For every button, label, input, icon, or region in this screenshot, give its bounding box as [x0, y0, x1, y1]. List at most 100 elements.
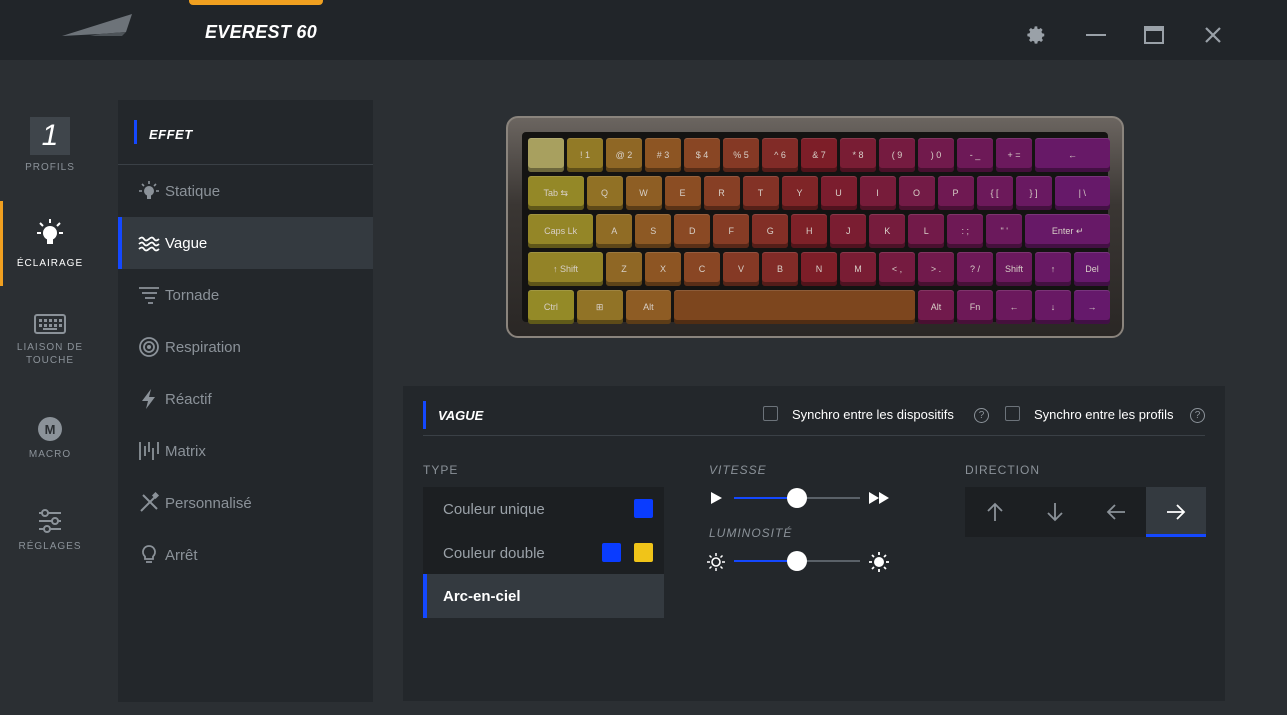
keycap[interactable]: ↑ Shift: [528, 252, 603, 286]
keycap[interactable]: A: [596, 214, 633, 248]
keycap[interactable]: Caps Lk: [528, 214, 594, 248]
keycap[interactable]: W: [625, 176, 662, 210]
keycap[interactable]: { [: [976, 176, 1013, 210]
direction-down-button[interactable]: [1025, 487, 1085, 537]
effect-item-static[interactable]: Statique: [118, 165, 373, 217]
keycap[interactable]: # 3: [645, 138, 681, 172]
settings-button[interactable]: [1021, 20, 1051, 50]
keycap[interactable]: } ]: [1015, 176, 1052, 210]
keycap[interactable]: O: [898, 176, 935, 210]
type-single-color[interactable]: Couleur unique: [423, 487, 664, 531]
sync-profiles-checkbox[interactable]: [1005, 406, 1020, 421]
keycap[interactable]: Fn: [957, 290, 993, 324]
close-button[interactable]: [1198, 20, 1228, 50]
nav-item-macro[interactable]: M MACRO: [0, 416, 100, 461]
keycap[interactable]: [674, 290, 915, 324]
keycap[interactable]: D: [674, 214, 711, 248]
color-swatch-double-b[interactable]: [634, 543, 653, 562]
keycap[interactable]: ↑: [1035, 252, 1071, 286]
keycap[interactable]: K: [869, 214, 906, 248]
keycap[interactable]: Alt: [625, 290, 672, 324]
keycap[interactable]: Y: [781, 176, 818, 210]
keycap[interactable]: C: [684, 252, 720, 286]
brightness-slider-thumb[interactable]: [787, 551, 807, 571]
keycap[interactable]: " ': [986, 214, 1023, 248]
keycap[interactable]: L: [908, 214, 945, 248]
color-swatch-double-a[interactable]: [602, 543, 621, 562]
effect-item-reactive[interactable]: Réactif: [118, 373, 373, 425]
keycap[interactable]: > .: [918, 252, 954, 286]
keycap[interactable]: I: [859, 176, 896, 210]
speed-slider-thumb[interactable]: [787, 488, 807, 508]
keycap[interactable]: H: [791, 214, 828, 248]
color-swatch-single[interactable]: [634, 499, 653, 518]
keycap[interactable]: | \: [1054, 176, 1110, 210]
direction-left-button[interactable]: [1086, 487, 1146, 537]
keycap[interactable]: ←: [996, 290, 1032, 324]
help-icon[interactable]: ?: [1190, 408, 1205, 423]
maximize-button[interactable]: [1139, 20, 1169, 50]
keycap[interactable]: ^ 6: [762, 138, 798, 172]
active-device-tab[interactable]: [189, 0, 323, 5]
keycap[interactable]: →: [1074, 290, 1110, 324]
direction-up-button[interactable]: [965, 487, 1025, 537]
keycap[interactable]: Enter ↵: [1025, 214, 1110, 248]
keycap[interactable]: ↓: [1035, 290, 1071, 324]
keycap[interactable]: M: [840, 252, 876, 286]
keycap[interactable]: E: [664, 176, 701, 210]
keycap[interactable]: ? /: [957, 252, 993, 286]
keycap[interactable]: Del: [1074, 252, 1110, 286]
effect-item-matrix[interactable]: Matrix: [118, 425, 373, 477]
keycap[interactable]: * 8: [840, 138, 876, 172]
keycap[interactable]: R: [703, 176, 740, 210]
keycap[interactable]: Shift: [996, 252, 1032, 286]
nav-item-key-binding[interactable]: LIAISON DE TOUCHE: [0, 313, 100, 367]
keycap[interactable]: ⊞: [576, 290, 623, 324]
keycap[interactable]: T: [742, 176, 779, 210]
keycap[interactable]: Tab ⇆: [528, 176, 584, 210]
keycap[interactable]: ←: [1035, 138, 1110, 172]
keycap[interactable]: S: [635, 214, 672, 248]
effect-item-custom[interactable]: Personnalisé: [118, 477, 373, 529]
type-double-color[interactable]: Couleur double: [423, 531, 664, 575]
keycap[interactable]: - _: [957, 138, 993, 172]
effect-item-tornado[interactable]: Tornade: [118, 269, 373, 321]
nav-item-settings[interactable]: RÉGLAGES: [0, 508, 100, 553]
type-label-text: Couleur unique: [443, 500, 545, 518]
keycap[interactable]: B: [762, 252, 798, 286]
keycap[interactable]: Alt: [918, 290, 954, 324]
keycap[interactable]: $ 4: [684, 138, 720, 172]
minimize-button[interactable]: [1081, 20, 1111, 50]
keycap[interactable]: ! 1: [567, 138, 603, 172]
direction-right-button[interactable]: [1145, 487, 1207, 537]
keycap[interactable]: ) 0: [918, 138, 954, 172]
effect-item-breathing[interactable]: Respiration: [118, 321, 373, 373]
nav-item-profiles[interactable]: 1 PROFILS: [0, 117, 100, 174]
keycap[interactable]: P: [937, 176, 974, 210]
keycap[interactable]: : ;: [947, 214, 984, 248]
keycap[interactable]: Z: [606, 252, 642, 286]
effect-item-off[interactable]: Arrêt: [118, 529, 373, 581]
keycap[interactable]: G: [752, 214, 789, 248]
type-rainbow[interactable]: Arc-en-ciel: [423, 574, 664, 618]
effect-item-wave[interactable]: Vague: [118, 217, 373, 269]
keycap[interactable]: ( 9: [879, 138, 915, 172]
keycap[interactable]: Q: [586, 176, 623, 210]
keycap[interactable]: V: [723, 252, 759, 286]
keycap[interactable]: N: [801, 252, 837, 286]
keycap[interactable]: < ,: [879, 252, 915, 286]
keycap[interactable]: U: [820, 176, 857, 210]
keycap[interactable]: F: [713, 214, 750, 248]
help-icon[interactable]: ?: [974, 408, 989, 423]
keycap[interactable]: & 7: [801, 138, 837, 172]
sync-devices-checkbox[interactable]: [763, 406, 778, 421]
keycap[interactable]: X: [645, 252, 681, 286]
nav-item-lighting[interactable]: ÉCLAIRAGE: [0, 217, 100, 270]
keycap[interactable]: % 5: [723, 138, 759, 172]
keycap[interactable]: [528, 138, 564, 172]
keycap[interactable]: + =: [996, 138, 1032, 172]
effect-panel: EFFET Statique Vague Tornade Respiration…: [118, 100, 373, 702]
keycap[interactable]: Ctrl: [528, 290, 574, 324]
keycap[interactable]: @ 2: [606, 138, 642, 172]
keycap[interactable]: J: [830, 214, 867, 248]
